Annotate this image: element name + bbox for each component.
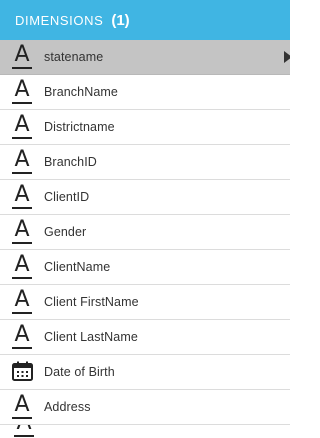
- dimension-label: Client FirstName: [44, 295, 139, 309]
- list-item-partial: A: [0, 425, 290, 437]
- text-type-icon: A: [12, 287, 32, 314]
- dimension-item-clientname[interactable]: A ClientName: [0, 250, 290, 285]
- text-type-icon: A: [12, 322, 32, 349]
- text-type-icon: A: [12, 147, 32, 174]
- dimension-label: Date of Birth: [44, 365, 115, 379]
- dimension-label: statename: [44, 50, 104, 64]
- dimension-label: Gender: [44, 225, 87, 239]
- dimension-label: Districtname: [44, 120, 115, 134]
- dimension-item-date-of-birth[interactable]: Date of Birth: [0, 355, 290, 390]
- dimension-item-client-firstname[interactable]: A Client FirstName: [0, 285, 290, 320]
- dimension-item-branchname[interactable]: A BranchName: [0, 75, 290, 110]
- calendar-icon: [10, 360, 34, 384]
- dimension-label: ClientName: [44, 260, 111, 274]
- dimension-label: BranchID: [44, 155, 97, 169]
- dimensions-list: Astatename A BranchName A Districtname A Branc…: [0, 40, 290, 425]
- dimension-item-branchid[interactable]: A BranchID: [0, 145, 290, 180]
- text-type-icon: A: [12, 77, 32, 104]
- dimension-item-clientid[interactable]: A ClientID: [0, 180, 290, 215]
- text-type-icon: A: [12, 182, 32, 209]
- dimensions-count: (1): [111, 11, 130, 29]
- dimension-item-client-lastname[interactable]: A Client LastName: [0, 320, 290, 355]
- dimension-item-statename[interactable]: Astatename: [0, 40, 290, 75]
- text-type-icon: A: [12, 392, 32, 419]
- expand-arrow-icon[interactable]: [284, 51, 290, 63]
- dimension-label: Client LastName: [44, 330, 138, 344]
- dimensions-header[interactable]: DIMENSIONS (1): [0, 0, 290, 40]
- dimension-item-districtname[interactable]: A Districtname: [0, 110, 290, 145]
- text-type-icon: A: [12, 112, 32, 139]
- dimensions-panel: DIMENSIONS (1) Astatename A BranchName A Dis…: [0, 0, 290, 438]
- text-type-icon: A: [12, 252, 32, 279]
- dimensions-title: DIMENSIONS: [15, 12, 104, 28]
- dimension-label: Address: [44, 400, 91, 414]
- dimension-item-gender[interactable]: A Gender: [0, 215, 290, 250]
- text-type-icon: A: [12, 42, 32, 69]
- dimension-label: ClientID: [44, 190, 90, 204]
- text-type-icon: A: [14, 425, 34, 437]
- dimension-label: BranchName: [44, 85, 118, 99]
- dimension-item-address[interactable]: A Address: [0, 390, 290, 425]
- text-type-icon: A: [12, 217, 32, 244]
